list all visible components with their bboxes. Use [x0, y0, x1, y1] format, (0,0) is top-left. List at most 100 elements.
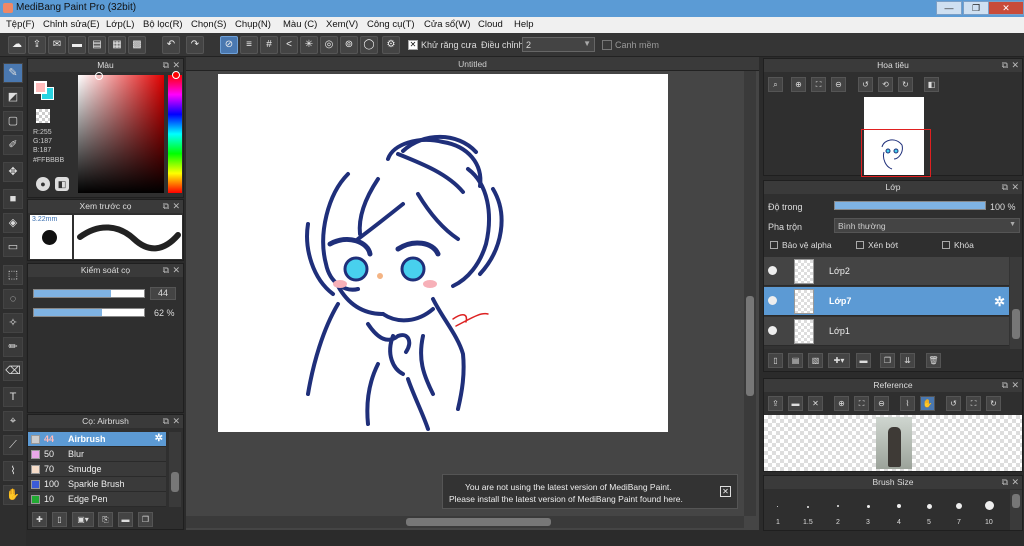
- brush-size-preset[interactable]: [837, 505, 839, 507]
- page-manage-icon[interactable]: ▦: [108, 36, 126, 54]
- eyedropper-tool-icon[interactable]: ⌇: [3, 461, 23, 481]
- saturation-value-picker[interactable]: [78, 75, 164, 193]
- layer-folder-icon[interactable]: ▬: [856, 353, 871, 368]
- brush-size-preset[interactable]: [807, 506, 809, 508]
- brush-size-preset[interactable]: [956, 503, 962, 509]
- zoom-icon[interactable]: ⌕: [768, 77, 783, 92]
- canvas-horizontal-scrollbar[interactable]: [186, 516, 744, 528]
- minimize-button[interactable]: —: [936, 1, 962, 15]
- rotate-right-icon[interactable]: ↻: [898, 77, 913, 92]
- zoom-out-icon[interactable]: ⊖: [831, 77, 846, 92]
- brush-size-preset[interactable]: [927, 504, 932, 509]
- undo-icon[interactable]: ↶: [162, 36, 180, 54]
- share-icon[interactable]: ⇪: [28, 36, 46, 54]
- fit-icon[interactable]: ⛶: [811, 77, 826, 92]
- snap-settings-icon[interactable]: ⚙: [382, 36, 400, 54]
- chat-icon[interactable]: ▬: [68, 36, 86, 54]
- select-pen-icon[interactable]: ✐: [3, 135, 23, 155]
- gear-icon[interactable]: ✲: [994, 294, 1005, 310]
- eraser-tool-icon[interactable]: ◩: [3, 87, 23, 107]
- float-icon[interactable]: ⧉: [163, 415, 169, 428]
- navigator-viewport[interactable]: [861, 129, 931, 177]
- scroll-thumb[interactable]: [1012, 494, 1020, 508]
- new-layer-icon[interactable]: ▯: [768, 353, 783, 368]
- grid-icon[interactable]: ▩: [128, 36, 146, 54]
- rotate-left-icon[interactable]: ↺: [946, 396, 961, 411]
- open-folder-icon[interactable]: ▬: [788, 396, 803, 411]
- layer-row[interactable]: Lớp2: [764, 257, 1009, 286]
- brush-tool-icon[interactable]: ✎: [3, 63, 23, 83]
- close-icon[interactable]: ✕: [172, 415, 180, 428]
- float-icon[interactable]: ⧉: [1002, 476, 1008, 489]
- clipping-checkbox[interactable]: [856, 241, 864, 249]
- flip-icon[interactable]: ◧: [924, 77, 939, 92]
- brush-item[interactable]: 10 Edge Pen: [28, 492, 166, 507]
- magic-wand-icon[interactable]: ✧: [3, 313, 23, 333]
- duplicate-layer-icon[interactable]: ❐: [880, 353, 895, 368]
- correction-select[interactable]: 2 ▼: [522, 37, 595, 52]
- float-icon[interactable]: ⧉: [1002, 181, 1008, 194]
- rotate-reset-icon[interactable]: ⟲: [878, 77, 893, 92]
- menu-file[interactable]: Tệp(F): [6, 19, 35, 30]
- shape-tool-icon[interactable]: ■: [3, 189, 23, 209]
- float-icon[interactable]: ⧉: [163, 264, 169, 277]
- rotate-left-icon[interactable]: ↺: [858, 77, 873, 92]
- zoom-out-icon[interactable]: ⊖: [874, 396, 889, 411]
- operation-tool-icon[interactable]: ⌖: [3, 411, 23, 431]
- blend-select[interactable]: Bình thường ▼: [834, 218, 1020, 233]
- hand-tool-icon[interactable]: ✋: [3, 485, 23, 505]
- menu-layer[interactable]: Lớp(L): [106, 19, 134, 30]
- visibility-icon[interactable]: [768, 296, 777, 305]
- select-brush-icon[interactable]: ✏: [3, 337, 23, 357]
- select-eraser-icon[interactable]: ⌫: [3, 361, 23, 381]
- close-reference-icon[interactable]: ✕: [808, 396, 823, 411]
- float-icon[interactable]: ⧉: [163, 200, 169, 213]
- scroll-thumb[interactable]: [171, 472, 179, 492]
- add-brush-icon[interactable]: ✚: [32, 512, 47, 527]
- fit-icon[interactable]: ⛶: [854, 396, 869, 411]
- navigator-preview[interactable]: [861, 97, 931, 177]
- layer-row[interactable]: Lớp7 ✲: [764, 287, 1009, 316]
- hue-slider[interactable]: [168, 75, 182, 193]
- menu-capture[interactable]: Chụp(N): [235, 19, 271, 30]
- fill-tool-icon[interactable]: ◈: [3, 213, 23, 233]
- gradient-tool-icon[interactable]: ▭: [3, 237, 23, 257]
- layer-list-scrollbar[interactable]: [1010, 257, 1022, 349]
- circle-snap-icon[interactable]: ◎: [320, 36, 338, 54]
- color-palette-icon[interactable]: ◧: [55, 177, 69, 191]
- rect-select-icon[interactable]: ⬚: [3, 265, 23, 285]
- delete-layer-icon[interactable]: 🗑: [926, 353, 941, 368]
- brush-item[interactable]: 44 Airbrush ✲: [28, 432, 166, 447]
- dot-tool-icon[interactable]: ▢: [3, 111, 23, 131]
- hand-icon[interactable]: ✋: [920, 396, 935, 411]
- canvas-sheet[interactable]: [218, 74, 668, 432]
- brush-folder-icon[interactable]: ▬: [118, 512, 133, 527]
- rotate-reset-icon[interactable]: ⛶: [966, 396, 981, 411]
- menu-help[interactable]: Help: [514, 19, 534, 30]
- brush-item[interactable]: 100 Sparkle Brush: [28, 477, 166, 492]
- page-icon[interactable]: ▤: [88, 36, 106, 54]
- brush-list-scrollbar[interactable]: [169, 432, 181, 507]
- merge-layer-icon[interactable]: ⇊: [900, 353, 915, 368]
- text-tool-icon[interactable]: T: [3, 387, 23, 407]
- close-icon[interactable]: ✕: [172, 264, 180, 277]
- rotate-right-icon[interactable]: ↻: [986, 396, 1001, 411]
- lasso-select-icon[interactable]: ◌: [3, 289, 23, 309]
- menu-filter[interactable]: Bộ lọc(R): [143, 19, 183, 30]
- close-icon[interactable]: ✕: [1011, 476, 1019, 489]
- layer-row[interactable]: Lớp1: [764, 317, 1009, 346]
- menu-view[interactable]: Xem(V): [326, 19, 358, 30]
- brush-size-scrollbar[interactable]: [1010, 490, 1022, 530]
- menu-edit[interactable]: Chỉnh sửa(E): [43, 19, 100, 30]
- divide-tool-icon[interactable]: ⟋: [3, 435, 23, 455]
- snap-checkbox[interactable]: [602, 40, 612, 50]
- layer-opacity-slider[interactable]: [834, 201, 986, 210]
- brush-opacity-slider[interactable]: [33, 308, 145, 317]
- curve-snap-icon[interactable]: ⊚: [340, 36, 358, 54]
- maximize-button[interactable]: ❐: [963, 1, 989, 15]
- new-8bit-layer-icon[interactable]: ▧: [808, 353, 823, 368]
- scroll-thumb[interactable]: [746, 296, 754, 396]
- float-icon[interactable]: ⧉: [1002, 59, 1008, 72]
- primary-color-swatch[interactable]: [34, 81, 47, 94]
- float-icon[interactable]: ⧉: [1002, 379, 1008, 392]
